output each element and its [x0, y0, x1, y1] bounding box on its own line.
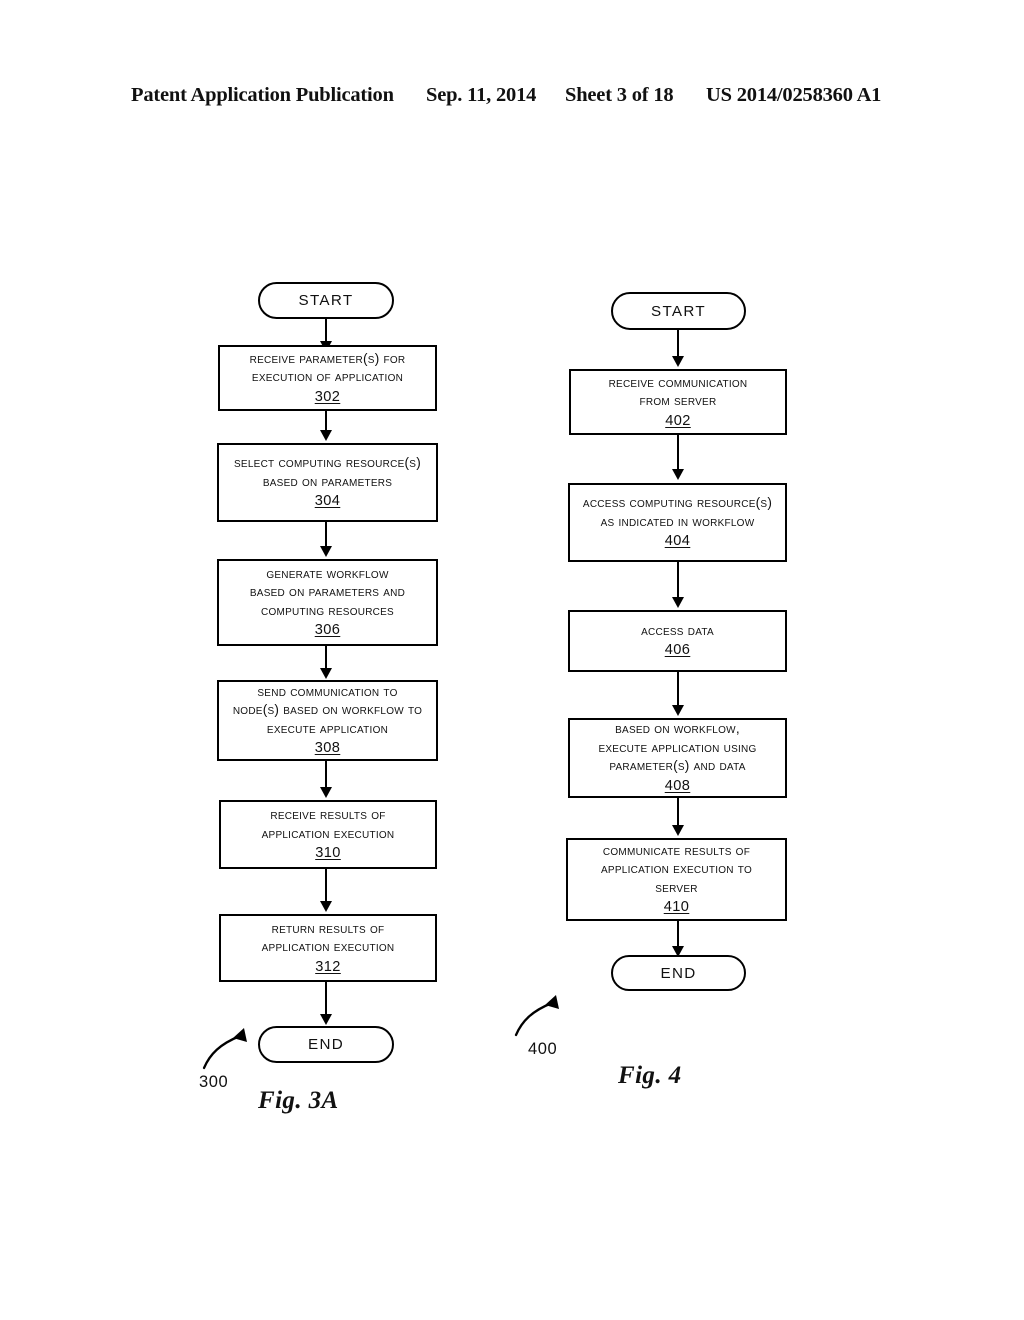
fig3a-arrowhead-312 [320, 901, 332, 912]
fig4-connector-start-402 [677, 330, 680, 358]
fig3a-step-308-line-3: EXECUTE APPLICATION [266, 720, 389, 736]
fig3a-connector-312-end [325, 982, 328, 1015]
fig3a-step-304-line-2: BASED ON PARAMETERS [262, 473, 393, 489]
fig3a-arrowhead-304 [320, 430, 332, 441]
fig3a-step-302: RECEIVE PARAMETER(S) FOR EXECUTION OF AP… [218, 345, 437, 411]
fig4-connector-402-404 [677, 435, 680, 471]
fig4-step-404: ACCESS COMPUTING RESOURCE(S) AS INDICATE… [568, 483, 787, 562]
fig3a-step-308-line-1: SEND COMMUNICATION TO [257, 683, 398, 699]
fig3a-step-304-ref: 304 [314, 493, 341, 509]
fig4-step-404-line-1: ACCESS COMPUTING RESOURCE(S) [582, 495, 773, 510]
fig4-step-408-line-2: EXECUTE APPLICATION USING [598, 739, 757, 755]
fig3a-connector-310-312 [325, 869, 328, 902]
fig4-lead-arrow [514, 995, 559, 1037]
fig4-step-408: BASED ON WORKFLOW, EXECUTE APPLICATION U… [568, 718, 787, 798]
figure-area: START RECEIVE PARAMETER(S) FOR EXECUTION… [0, 0, 1024, 1320]
fig4-connector-406-408 [677, 672, 680, 707]
fig4-step-410-line-2: APPLICATION EXECUTION TO [601, 861, 752, 877]
fig4-step-402-ref: 402 [665, 412, 691, 429]
fig3a-step-312-line-2: APPLICATION EXECUTION [261, 939, 395, 954]
fig4-lead-number: 400 [528, 1040, 558, 1058]
fig4-step-402: RECEIVE COMMUNICATION FROM SERVER 402 [569, 369, 787, 435]
fig3a-lead-number: 300 [199, 1073, 229, 1091]
fig3a-step-312-line-1: RETURN RESULTS OF [271, 920, 385, 936]
fig3a-step-310-line-2: APPLICATION EXECUTION [261, 825, 395, 841]
fig4-step-402-line-2: FROM SERVER [639, 393, 717, 408]
fig3a-step-310-ref: 310 [315, 845, 341, 861]
fig3a-step-306: GENERATE WORKFLOW BASED ON PARAMETERS AN… [217, 559, 438, 646]
fig3a-arrowhead-306 [320, 546, 332, 557]
fig3a-step-302-line-1: RECEIVE PARAMETER(S) FOR [249, 350, 406, 366]
fig4-arrowhead-406 [672, 597, 684, 608]
fig4-step-406: ACCESS DATA 406 [568, 610, 787, 672]
fig4-step-410-line-3: SERVER [655, 879, 698, 895]
fig4-step-408-line-1: BASED ON WORKFLOW, [615, 721, 740, 737]
fig3a-start-label: START [298, 292, 354, 309]
fig3a-caption: Fig. 3A [258, 1087, 339, 1114]
fig3a-step-306-line-1: GENERATE WORKFLOW [266, 565, 389, 581]
fig4-step-410: COMMUNICATE RESULTS OF APPLICATION EXECU… [566, 838, 787, 921]
fig3a-step-306-line-3: COMPUTING RESOURCES [261, 602, 394, 618]
fig3a-step-308-ref: 308 [314, 740, 341, 757]
fig3a-lead-arrow [202, 1028, 247, 1070]
fig4-step-404-ref: 404 [664, 533, 691, 549]
fig3a-arrowhead-310 [320, 787, 332, 798]
fig3a-step-312: RETURN RESULTS OF APPLICATION EXECUTION … [219, 914, 437, 982]
fig3a-connector-308-310 [325, 761, 328, 789]
fig3a-step-304: SELECT COMPUTING RESOURCE(S) BASED ON PA… [217, 443, 438, 522]
fig4-connector-408-410 [677, 798, 680, 827]
fig4-step-410-line-1: COMMUNICATE RESULTS OF [602, 842, 751, 858]
fig3a-step-306-line-2: BASED ON PARAMETERS AND [249, 584, 406, 600]
fig4-step-406-line-1: ACCESS DATA [641, 622, 714, 638]
fig4-step-404-line-2: AS INDICATED IN WORKFLOW [600, 513, 755, 529]
fig4-connector-404-406 [677, 562, 680, 599]
fig4-end-label: END [660, 964, 697, 982]
fig3a-connector-304-306 [325, 522, 328, 549]
fig3a-step-306-ref: 306 [314, 622, 341, 639]
fig4-step-408-line-3: PARAMETER(S) AND DATA [609, 758, 746, 774]
fig3a-arrowhead-308 [320, 668, 332, 679]
fig3a-start-terminal: START [258, 282, 394, 319]
fig4-step-408-ref: 408 [664, 777, 691, 794]
fig3a-step-302-ref: 302 [314, 388, 341, 405]
fig3a-end-label: END [308, 1036, 344, 1053]
fig3a-step-312-ref: 312 [315, 958, 341, 975]
fig3a-step-310-line-1: RECEIVE RESULTS OF [270, 807, 386, 822]
fig3a-step-310: RECEIVE RESULTS OF APPLICATION EXECUTION… [219, 800, 437, 869]
fig4-arrowhead-408 [672, 705, 684, 716]
fig4-arrowhead-402 [672, 356, 684, 367]
fig4-start-terminal: START [611, 292, 746, 330]
fig3a-step-304-line-1: SELECT COMPUTING RESOURCE(S) [234, 455, 421, 470]
fig3a-step-308: SEND COMMUNICATION TO NODE(S) BASED ON W… [217, 680, 438, 761]
fig3a-arrowhead-end [320, 1014, 332, 1025]
fig4-arrowhead-404 [672, 469, 684, 480]
fig4-end-terminal: END [611, 955, 746, 991]
fig4-step-406-ref: 406 [664, 642, 691, 659]
fig4-step-410-ref: 410 [663, 899, 690, 916]
fig4-caption: Fig. 4 [618, 1062, 682, 1089]
fig3a-end-terminal: END [258, 1026, 394, 1063]
fig3a-step-302-line-2: EXECUTION OF APPLICATION [251, 369, 404, 384]
fig3a-step-308-line-2: NODE(S) BASED ON WORKFLOW TO [232, 702, 423, 718]
fig4-step-402-line-1: RECEIVE COMMUNICATION [608, 374, 748, 390]
fig4-start-label: START [651, 302, 706, 320]
fig4-arrowhead-410 [672, 825, 684, 836]
